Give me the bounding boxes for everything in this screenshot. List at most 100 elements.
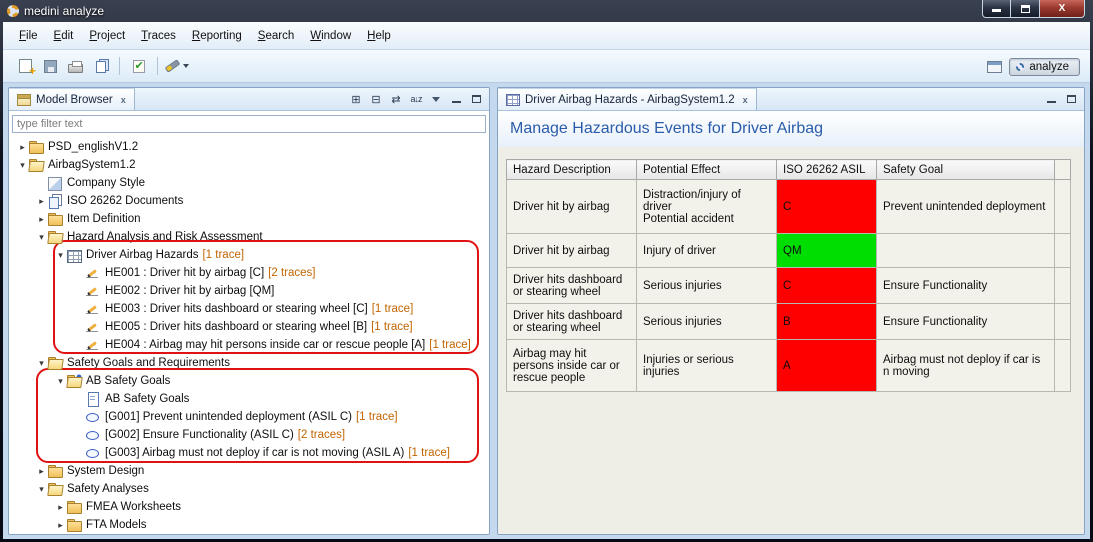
tree-item[interactable]: HE003 : Driver hits dashboard or stearin… [9,300,489,318]
potential-effect-cell[interactable]: Injury of driver [637,234,777,268]
validate-button[interactable] [126,54,151,78]
tree-item[interactable]: ▸PSD_englishV1.2 [9,138,489,156]
collapse-arrow-icon[interactable]: ▾ [55,250,66,261]
asil-cell[interactable]: QM [777,234,877,268]
expand-arrow-icon[interactable]: ▸ [55,502,66,513]
menu-reporting[interactable]: Reporting [184,27,250,45]
safety-goal-cell[interactable]: Airbag must not deploy if car is n movin… [877,340,1055,392]
hazard-description-cell[interactable]: Driver hits dashboard or stearing wheel [507,268,637,304]
asil-cell[interactable]: C [777,268,877,304]
save-button[interactable] [38,54,63,78]
tab-driver-airbag-hazards[interactable]: Driver Airbag Hazards - AirbagSystem1.2 … [498,88,757,110]
save-all-button[interactable] [88,54,113,78]
safety-goal-cell[interactable] [877,234,1055,268]
tree-item[interactable]: ▸Item Definition [9,210,489,228]
menu-traces[interactable]: Traces [133,27,184,45]
tab-model-browser[interactable]: Model Browser x [9,88,135,110]
hazard-event-icon [85,284,101,298]
collapse-arrow-icon[interactable]: ▾ [36,484,47,495]
new-wizard-button[interactable] [13,54,38,78]
view-menu-icon[interactable] [427,91,445,107]
expand-arrow-icon[interactable]: ▸ [36,214,47,225]
tree-item[interactable]: ▾AirbagSystem1.2 [9,156,489,174]
minimize-view-icon[interactable] [447,91,465,107]
folder-closed-icon [47,464,63,478]
titlebar[interactable]: medini analyze X [0,0,1093,22]
hazard-description-cell[interactable]: Airbag may hit persons inside car or res… [507,340,637,392]
collapse-arrow-icon[interactable]: ▾ [17,160,28,171]
tree-item[interactable]: HE005 : Driver hits dashboard or stearin… [9,318,489,336]
analyze-perspective-button[interactable]: analyze [1009,58,1080,76]
print-button[interactable] [63,54,88,78]
tree-item[interactable]: ▾Safety Goals and Requirements [9,354,489,372]
tree-item[interactable]: ▸System Design [9,462,489,480]
menu-project[interactable]: Project [81,27,133,45]
maximize-editor-icon[interactable] [1062,91,1080,107]
safety-goal-cell[interactable]: Ensure Functionality [877,304,1055,340]
expand-arrow-icon[interactable]: ▸ [17,142,28,153]
open-perspective-icon[interactable] [987,61,1002,73]
column-header[interactable]: Hazard Description [507,160,637,180]
tree-item[interactable]: HE001 : Driver hit by airbag [C][2 trace… [9,264,489,282]
expand-arrow-icon[interactable]: ▸ [55,520,66,531]
maximize-view-icon[interactable] [467,91,485,107]
collapse-arrow-icon[interactable]: ▾ [36,358,47,369]
tree-item-label: FTA Models [86,519,147,531]
tree-item[interactable]: ▾Driver Airbag Hazards[1 trace] [9,246,489,264]
column-header[interactable]: ISO 26262 ASIL [777,160,877,180]
safety-goal-cell[interactable]: Prevent unintended deployment [877,180,1055,234]
tree-item[interactable]: ▾Hazard Analysis and Risk Assessment [9,228,489,246]
trace-count: [1 trace] [408,447,450,459]
hazard-description-cell[interactable]: Driver hit by airbag [507,180,637,234]
potential-effect-cell[interactable]: Serious injuries [637,304,777,340]
clipped-cell [1055,268,1071,304]
tab-close-icon[interactable]: x [743,95,748,105]
menu-search[interactable]: Search [250,27,302,45]
menu-window[interactable]: Window [302,27,359,45]
link-with-editor-icon[interactable]: ⇄ [387,91,405,107]
column-header[interactable]: Safety Goal [877,160,1055,180]
tree-item[interactable]: ▾Safety Analyses [9,480,489,498]
collapse-all-icon[interactable]: ⊟ [367,91,385,107]
close-button[interactable]: X [1040,0,1085,18]
potential-effect-cell[interactable]: Distraction/injury of driver Potential a… [637,180,777,234]
asil-cell[interactable]: A [777,340,877,392]
minimize-button[interactable] [982,0,1011,18]
asil-cell[interactable]: B [777,304,877,340]
expand-all-icon[interactable]: ⊞ [347,91,365,107]
minimize-editor-icon[interactable] [1042,91,1060,107]
tab-close-icon[interactable]: x [121,95,126,105]
tree-item[interactable]: AB Safety Goals [9,390,489,408]
column-header[interactable]: Potential Effect [637,160,777,180]
menu-file[interactable]: File [11,27,46,45]
hazard-description-cell[interactable]: Driver hits dashboard or stearing wheel [507,304,637,340]
tree-item[interactable]: ▾AB Safety Goals [9,372,489,390]
hazard-description-cell[interactable]: Driver hit by airbag [507,234,637,268]
tree-item[interactable]: [G003] Airbag must not deploy if car is … [9,444,489,462]
tree-item[interactable]: [G001] Prevent unintended deployment (AS… [9,408,489,426]
dropdown-arrow-icon[interactable] [183,64,189,68]
tree-item[interactable]: [G002] Ensure Functionality (ASIL C)[2 t… [9,426,489,444]
safety-goal-cell[interactable]: Ensure Functionality [877,268,1055,304]
maximize-button[interactable] [1011,0,1040,18]
tree-item[interactable]: HE002 : Driver hit by airbag [QM] [9,282,489,300]
menu-edit[interactable]: Edit [46,27,82,45]
tree-item-label: [G001] Prevent unintended deployment (AS… [105,411,352,423]
collapse-arrow-icon[interactable]: ▾ [36,232,47,243]
expand-arrow-icon[interactable]: ▸ [36,466,47,477]
tree-item[interactable]: ▸ISO 26262 Documents [9,192,489,210]
expand-arrow-icon[interactable]: ▸ [36,196,47,207]
tree-item[interactable]: HE004 : Airbag may hit persons inside ca… [9,336,489,354]
asil-cell[interactable]: C [777,180,877,234]
potential-effect-cell[interactable]: Injuries or serious injuries [637,340,777,392]
tree-item[interactable]: Company Style [9,174,489,192]
collapse-arrow-icon[interactable]: ▾ [55,376,66,387]
tree-item[interactable]: ▸FMEA Worksheets [9,498,489,516]
folder-open-icon [47,356,63,370]
tree-item[interactable]: ▸ FTA Models [9,516,489,534]
menu-help[interactable]: Help [359,27,399,45]
sort-icon[interactable]: a↓z [407,91,425,107]
potential-effect-cell[interactable]: Serious injuries [637,268,777,304]
filter-input[interactable] [12,115,486,133]
trace-tool-button[interactable] [164,54,189,78]
